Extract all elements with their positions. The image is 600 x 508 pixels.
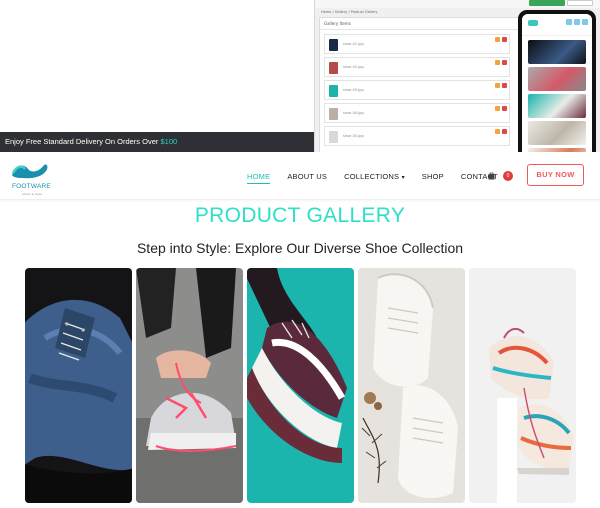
admin-file-name: shoe-02.jpg (343, 65, 364, 69)
phone-search-icon[interactable] (574, 19, 580, 25)
phone-menu-icon[interactable] (566, 19, 572, 25)
edit-icon[interactable] (495, 83, 500, 88)
admin-topbar (315, 0, 600, 8)
cart-icon[interactable] (488, 172, 495, 180)
admin-gallery-row: shoe-01.jpg (324, 34, 510, 54)
admin-gallery-row: shoe-03.jpg (324, 80, 510, 100)
nav-collections[interactable]: COLLECTIONS ▾ (344, 172, 405, 181)
admin-gallery-row: shoe-04.jpg (324, 103, 510, 123)
promo-text: Enjoy Free Standard Delivery On Orders O… (5, 137, 161, 146)
admin-file-name: shoe-03.jpg (343, 88, 364, 92)
delete-icon[interactable] (502, 106, 507, 111)
brand-name: FOOTWARE (12, 183, 51, 190)
gallery-subtitle: Step into Style: Explore Our Diverse Sho… (136, 240, 464, 256)
admin-file-name: shoe-01.jpg (343, 42, 364, 46)
nav-shop[interactable]: SHOP (422, 172, 444, 181)
phone-header (522, 14, 592, 36)
buy-now-button[interactable]: BUY NOW (527, 164, 584, 186)
delete-icon[interactable] (502, 83, 507, 88)
delete-icon[interactable] (502, 37, 507, 42)
nav-collections-label: COLLECTIONS (344, 172, 400, 181)
cart-count-badge: 0 (503, 171, 513, 181)
chevron-down-icon: ▾ (401, 175, 405, 181)
nav-about-us[interactable]: ABOUT US (287, 172, 327, 181)
promo-amount: $100 (160, 137, 178, 146)
admin-file-name: shoe-04.jpg (343, 111, 364, 115)
blue-suede-boot-image[interactable] (25, 268, 132, 503)
white-sneakers-flatlay-image[interactable] (358, 268, 465, 503)
admin-thumb (329, 131, 338, 143)
phone-gallery-image (528, 40, 586, 64)
phone-screen (522, 14, 592, 166)
admin-gallery-panel: Gallery Items shoe-01.jpg shoe-02.jpg sh… (319, 17, 519, 167)
admin-breadcrumb: Home / Gallery / Product Gallery (321, 10, 378, 14)
site-header: FOOTWARE shoes & style HOME ABOUT US COL… (0, 152, 600, 200)
edit-icon[interactable] (495, 60, 500, 65)
nav-home[interactable]: HOME (247, 172, 271, 184)
gallery-grid (25, 268, 577, 504)
tying-sneaker-laces-image[interactable] (136, 268, 243, 503)
admin-add-gallery-button[interactable] (529, 0, 565, 6)
brand-tagline: shoes & style (22, 192, 43, 196)
delete-icon[interactable] (502, 129, 507, 134)
phone-preview (518, 10, 596, 170)
admin-thumb (329, 108, 338, 120)
phone-gallery-image (528, 121, 586, 145)
main-nav: HOME ABOUT US COLLECTIONS ▾ SHOP CONTACT (247, 172, 515, 184)
phone-gallery-image (528, 94, 586, 118)
edit-icon[interactable] (495, 129, 500, 134)
phone-logo-icon (528, 20, 538, 26)
teal-sneaker-image[interactable] (247, 268, 354, 503)
site-logo[interactable]: FOOTWARE shoes & style (10, 159, 51, 196)
delete-icon[interactable] (502, 60, 507, 65)
admin-panel-title: Gallery Items (320, 18, 518, 30)
colorful-sneakers-image[interactable] (469, 268, 576, 503)
edit-icon[interactable] (495, 37, 500, 42)
phone-gallery-image (528, 67, 586, 91)
admin-gallery-row: shoe-02.jpg (324, 57, 510, 77)
shoe-wave-icon (11, 164, 48, 179)
promo-bar: Enjoy Free Standard Delivery On Orders O… (0, 132, 314, 152)
gallery-title: PRODUCT GALLERY (194, 204, 406, 227)
admin-thumb (329, 85, 338, 97)
admin-thumb (329, 62, 338, 74)
admin-view-site-button[interactable] (567, 0, 593, 6)
admin-file-name: shoe-05.jpg (343, 134, 364, 138)
edit-icon[interactable] (495, 106, 500, 111)
admin-thumb (329, 39, 338, 51)
admin-gallery-row: shoe-05.jpg (324, 126, 510, 146)
phone-cart-icon[interactable] (582, 19, 588, 25)
